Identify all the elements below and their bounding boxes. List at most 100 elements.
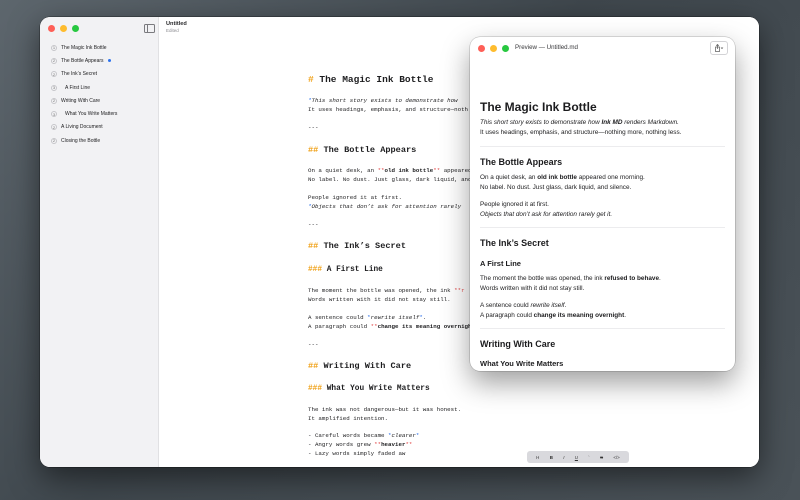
markdown-editor[interactable]: # The Magic Ink Bottle * This short story…	[308, 17, 483, 467]
line-text: .	[624, 312, 626, 319]
line-text: .	[659, 275, 661, 282]
outline-item-label: A First Line	[65, 84, 91, 91]
editor-line: The moment the bottle was opened, the in…	[308, 287, 465, 294]
outline-item-inks-secret[interactable]: 2 The Ink’s Secret	[40, 68, 158, 81]
preview-paragraph-line: This short story exists to demonstrate h…	[480, 119, 679, 126]
preview-paragraph-line: Words written with it did not stay still…	[480, 285, 585, 292]
bold-text: refused to behave	[604, 275, 660, 282]
outline-item-magic-ink-bottle[interactable]: 1 The Magic Ink Bottle	[40, 41, 158, 54]
outline-item-label: Writing With Care	[61, 97, 101, 104]
line-text: A paragraph could	[308, 323, 371, 330]
heading-marker: ##	[308, 361, 324, 371]
editor-line: No label. No dust. Just glass, dark liqu…	[308, 176, 472, 183]
outline-item-first-line[interactable]: 3 A First Line	[40, 81, 158, 94]
editor-line: The ink was not dangerous—but it was hon…	[308, 406, 462, 413]
current-section-dot	[107, 59, 111, 63]
preview-paragraph-line: A sentence could rewrite itself.	[480, 302, 566, 309]
heading-text: What You Write Matters	[326, 385, 430, 393]
list-item: - Angry words grew **heavier**	[308, 441, 412, 448]
outline-item-label: Closing the Bottle	[61, 137, 101, 144]
outline-item-closing-the-bottle[interactable]: 2 Closing the Bottle	[40, 134, 158, 147]
outline-item-bottle-appears[interactable]: 2 The Bottle Appears	[40, 54, 158, 67]
heading-marker: #	[308, 74, 320, 85]
editor-h3: ### A First Line	[308, 266, 383, 274]
line-text: .	[564, 302, 567, 309]
preview-h3: What You Write Matters	[480, 359, 564, 368]
zoom-button[interactable]	[72, 25, 79, 32]
preview-paragraph-line: On a quiet desk, an old ink bottle appea…	[480, 174, 645, 181]
preview-paragraph-line: No label. No dust. Just glass, dark liqu…	[480, 184, 632, 191]
inline-code-button[interactable]: `	[588, 455, 589, 460]
document-outline: 1 The Magic Ink Bottle 2 The Bottle Appe…	[40, 41, 158, 147]
outline-item-label: The Bottle Appears	[61, 57, 104, 64]
editor-h2: ## The Bottle Appears	[308, 145, 416, 155]
heading-button[interactable]: H	[536, 455, 539, 460]
preview-paragraph-line: The moment the bottle was opened, the in…	[480, 275, 661, 282]
format-toolbar: H B I U ` S </>	[527, 451, 629, 463]
underline-button[interactable]: U	[575, 455, 578, 460]
heading-marker: ##	[308, 145, 324, 155]
preview-paragraph-line: Objects that don’t ask for attention rar…	[480, 211, 613, 218]
code-block-button[interactable]: </>	[613, 455, 619, 460]
strikethrough-button[interactable]: S	[600, 455, 603, 460]
editor-h1: # The Magic Ink Bottle	[308, 74, 433, 85]
line-text: On a quiet desk, an	[308, 167, 378, 174]
share-icon[interactable]	[710, 41, 728, 55]
minimize-button[interactable]	[490, 45, 497, 52]
italic-button[interactable]: I	[563, 455, 564, 460]
line-text: - Angry words grew	[308, 441, 375, 448]
heading-level-badge: 3	[51, 84, 57, 91]
line-text: A sentence could	[308, 314, 368, 321]
line-text: renders Markdown.	[622, 119, 679, 126]
heading-text: The Bottle Appears	[323, 145, 417, 155]
preview-window-title: Preview — Untitled.md	[515, 44, 578, 51]
horizontal-rule: ---	[308, 341, 319, 348]
editor-h3: ### What You Write Matters	[308, 385, 430, 393]
heading-text: The Ink’s Secret	[323, 241, 406, 251]
share-glyph	[715, 44, 724, 52]
document-status: Edited	[166, 28, 179, 33]
bold-text: Ink MD	[601, 119, 623, 126]
strong-marker: **	[370, 323, 378, 330]
close-button[interactable]	[478, 45, 485, 52]
document-title: Untitled	[166, 21, 187, 27]
line-text: .	[422, 314, 427, 321]
heading-level-badge: 2	[51, 124, 57, 131]
outline-item-what-you-write-matters[interactable]: 3 What You Write Matters	[40, 107, 158, 120]
heading-level-badge: 2	[51, 57, 57, 64]
outline-item-living-document[interactable]: 2 A Living Document	[40, 121, 158, 134]
sidebar-toggle-icon[interactable]	[144, 24, 155, 33]
line-text: On a quiet desk, an	[480, 174, 538, 181]
heading-text: The Magic Ink Bottle	[319, 74, 434, 85]
zoom-button[interactable]	[502, 45, 509, 52]
emphasis-marker: *	[415, 432, 420, 439]
preview-divider	[480, 328, 725, 329]
editor-h2: ## Writing With Care	[308, 361, 411, 371]
editor-line: People ignored it at first.	[308, 194, 402, 201]
minimize-button[interactable]	[60, 25, 67, 32]
outline-item-label: A Living Document	[61, 124, 103, 131]
outline-item-label: The Ink’s Secret	[61, 71, 98, 78]
bold-text: old ink bottle	[537, 174, 577, 181]
line-text: A sentence could	[480, 302, 531, 309]
outline-item-writing-with-care[interactable]: 2 Writing With Care	[40, 94, 158, 107]
heading-marker: ###	[308, 385, 327, 393]
preview-paragraph-line: It uses headings, emphasis, and structur…	[480, 129, 682, 136]
list-item: - Lazy words simply faded aw	[308, 450, 406, 457]
bold-button[interactable]: B	[550, 455, 553, 460]
editor-line: *Objects that don’t ask for attention ra…	[308, 203, 461, 210]
heading-level-badge: 2	[51, 71, 57, 78]
strong-marker: **	[405, 441, 413, 448]
editor-line: It uses headings, emphasis, and structur…	[308, 106, 469, 113]
line-text: This short story exists to demonstrate h…	[480, 119, 602, 126]
italic-text: clearer	[391, 432, 416, 439]
line-text: appeared one morning.	[576, 174, 645, 181]
heading-marker: ###	[308, 266, 327, 274]
line-text: appeared	[440, 167, 472, 174]
preview-h3: A First Line	[480, 259, 521, 268]
close-button[interactable]	[48, 25, 55, 32]
line-text: This short story exists to demonstrate h…	[311, 97, 458, 104]
strong-marker: **	[377, 167, 385, 174]
italic-text: rewrite itself	[370, 314, 420, 321]
horizontal-rule: ---	[308, 221, 319, 228]
